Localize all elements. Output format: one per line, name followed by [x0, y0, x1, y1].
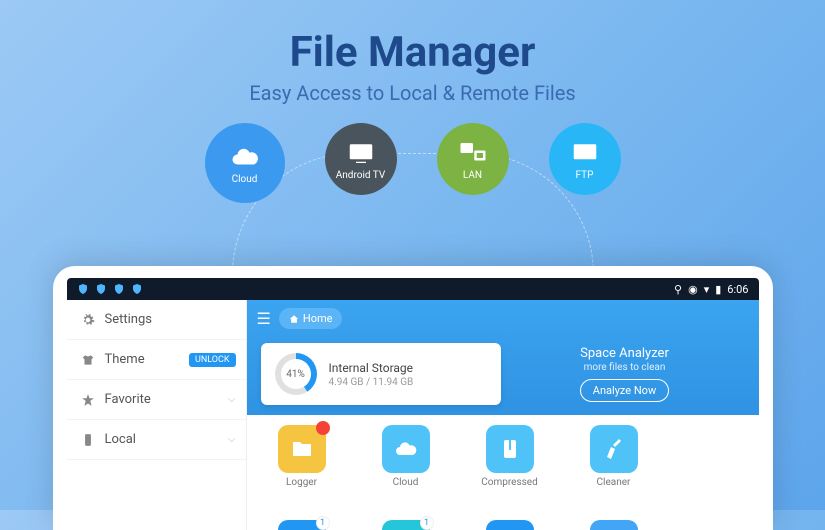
phone-icon — [81, 433, 95, 447]
analyzer-subtitle: more files to clean — [515, 362, 735, 373]
home-icon — [289, 314, 299, 324]
tile-label: Cleaner — [597, 477, 631, 488]
zip-icon — [498, 437, 522, 461]
status-time: 6:06 — [727, 283, 748, 296]
star-icon — [81, 393, 95, 407]
sidebar-label: Settings — [105, 312, 152, 327]
sidebar-label: Local — [105, 432, 136, 447]
cloud-icon — [228, 142, 262, 172]
storage-card[interactable]: 41% Internal Storage 4.94 GB / 11.94 GB — [261, 343, 501, 405]
wifi-icon: ▾ — [704, 283, 710, 296]
analyzer-title: Space Analyzer — [515, 346, 735, 361]
shield-icon — [95, 283, 107, 295]
count-badge: 1 — [316, 516, 330, 530]
tile-label: Logger — [286, 477, 317, 488]
cloud-label: Cloud — [232, 174, 258, 185]
sidebar-item-local[interactable]: Local ⌵ — [67, 420, 246, 460]
chevron-down-icon: ⌵ — [228, 394, 236, 405]
tile-music[interactable]: Music — [475, 520, 545, 530]
tile-cleaner[interactable]: Cleaner — [579, 425, 649, 488]
chevron-down-icon: ⌵ — [228, 434, 236, 445]
sync-icon: ◉ — [688, 283, 698, 296]
notification-badge — [316, 421, 330, 435]
tile-movies[interactable]: Movies — [579, 520, 649, 530]
sidebar-item-theme[interactable]: Theme UNLOCK — [67, 340, 246, 380]
ftp-icon — [568, 138, 602, 168]
shirt-icon — [81, 353, 95, 367]
storage-title: Internal Storage — [329, 361, 414, 375]
unlock-badge[interactable]: UNLOCK — [189, 353, 236, 367]
storage-detail: 4.94 GB / 11.94 GB — [329, 377, 414, 388]
gear-icon — [81, 313, 95, 327]
lan-circle: LAN — [437, 123, 509, 195]
storage-ring: 41% — [275, 353, 317, 395]
menu-icon[interactable]: ☰ — [257, 309, 271, 328]
cloud-icon — [394, 437, 418, 461]
shield-icon — [113, 283, 125, 295]
tv-icon — [344, 138, 378, 168]
cloud-circle: Cloud — [205, 123, 285, 203]
tile-label: Cloud — [393, 477, 419, 488]
storage-percent: 41% — [281, 359, 311, 389]
sidebar-label: Favorite — [105, 392, 151, 407]
tile-app[interactable]: 1 APP — [267, 520, 337, 530]
ftp-circle: FTP — [549, 123, 621, 195]
status-bar: ⚲ ◉ ▾ ▮ 6:06 — [67, 278, 759, 300]
shield-icon — [131, 283, 143, 295]
count-badge: 1 — [420, 516, 434, 530]
tile-cloud[interactable]: Cloud — [371, 425, 441, 488]
sidebar-item-settings[interactable]: Settings — [67, 300, 246, 340]
sidebar-item-favorite[interactable]: Favorite ⌵ — [67, 380, 246, 420]
analyze-button[interactable]: Analyze Now — [580, 379, 669, 402]
tile-compressed[interactable]: Compressed — [475, 425, 545, 488]
feature-circles: Cloud Android TV LAN FTP — [0, 123, 825, 203]
brush-icon — [602, 437, 626, 461]
tv-circle: Android TV — [325, 123, 397, 195]
hero-subtitle: Easy Access to Local & Remote Files — [0, 81, 825, 105]
ftp-label: FTP — [576, 170, 594, 181]
bluetooth-icon: ⚲ — [674, 283, 682, 296]
folder-icon — [290, 437, 314, 461]
lan-icon — [456, 138, 490, 168]
breadcrumb-label: Home — [303, 312, 333, 325]
tile-images[interactable]: 1 Images — [371, 520, 441, 530]
tv-label: Android TV — [336, 170, 385, 181]
sidebar: Settings Theme UNLOCK Favorite ⌵ Local ⌵ — [67, 300, 247, 530]
tablet-frame: ⚲ ◉ ▾ ▮ 6:06 Settings Theme UNLOCK — [53, 266, 773, 530]
battery-icon: ▮ — [715, 283, 721, 296]
hero-title: File Manager — [0, 28, 825, 77]
shield-icon — [77, 283, 89, 295]
tile-logger[interactable]: Logger — [267, 425, 337, 488]
tile-label: Compressed — [481, 477, 537, 488]
sidebar-label: Theme — [105, 352, 145, 367]
lan-label: LAN — [463, 170, 482, 181]
breadcrumb-home[interactable]: Home — [279, 308, 343, 329]
